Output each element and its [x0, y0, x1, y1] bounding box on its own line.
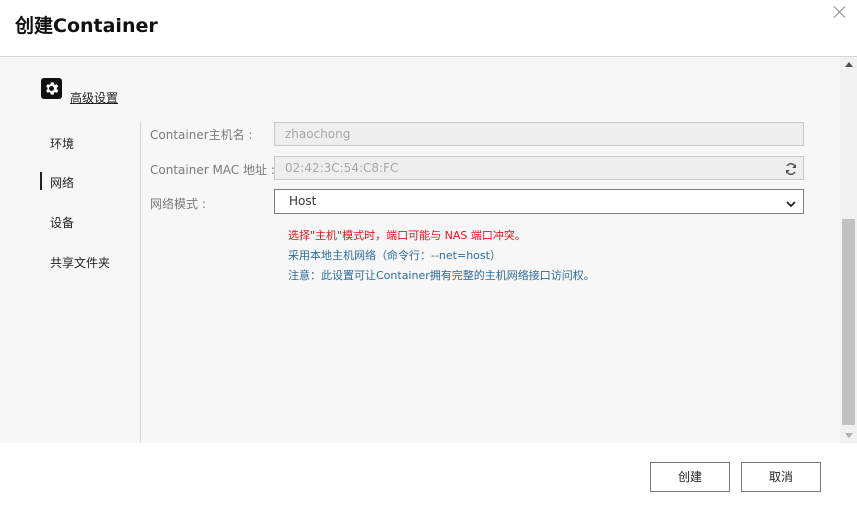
cancel-button[interactable]: 取消	[741, 462, 821, 492]
host-network-notice: 注意：此设置可让Container拥有完整的主机网络接口访问权。	[288, 269, 595, 282]
advanced-settings-link[interactable]: 高级设置	[70, 89, 118, 106]
network-mode-value: Host	[289, 194, 317, 208]
scroll-up-arrow-icon[interactable]	[845, 62, 853, 67]
nav-item-network[interactable]: 网络	[50, 174, 74, 191]
hostname-field[interactable]: zhaochong	[274, 122, 804, 146]
vertical-scrollbar[interactable]	[840, 57, 857, 443]
nav-active-indicator	[40, 172, 42, 190]
create-container-dialog: 创建Container 高级设置 环境 网络 设备 共享文件夹 Containe…	[0, 0, 857, 515]
mac-address-field[interactable]: 02:42:3C:54:C8:FC	[274, 156, 804, 180]
host-network-info: 采用本地主机网络（命令行：--net=host）	[288, 249, 501, 262]
scroll-down-arrow-icon[interactable]	[845, 433, 853, 438]
hostname-value: zhaochong	[285, 127, 351, 141]
nav-item-device[interactable]: 设备	[50, 214, 74, 231]
mac-address-value: 02:42:3C:54:C8:FC	[285, 161, 399, 175]
network-mode-select[interactable]: Host	[274, 189, 804, 214]
nav-divider	[140, 122, 141, 442]
close-icon[interactable]	[833, 5, 847, 19]
gear-icon	[41, 78, 62, 99]
refresh-icon[interactable]	[784, 161, 798, 183]
hostname-label: Container主机名 :	[150, 128, 253, 142]
chevron-down-icon	[785, 195, 797, 218]
dialog-title: 创建Container	[15, 15, 158, 37]
nav-item-environment[interactable]: 环境	[50, 135, 74, 152]
network-mode-label: 网络模式 :	[150, 197, 206, 211]
create-button[interactable]: 创建	[650, 462, 730, 492]
port-conflict-warning: 选择"主机"模式时，端口可能与 NAS 端口冲突。	[288, 229, 526, 242]
dialog-header: 创建Container	[0, 0, 857, 57]
mac-address-label: Container MAC 地址 :	[150, 163, 275, 177]
scroll-thumb[interactable]	[842, 219, 855, 425]
nav-item-shared-folder[interactable]: 共享文件夹	[50, 254, 110, 271]
